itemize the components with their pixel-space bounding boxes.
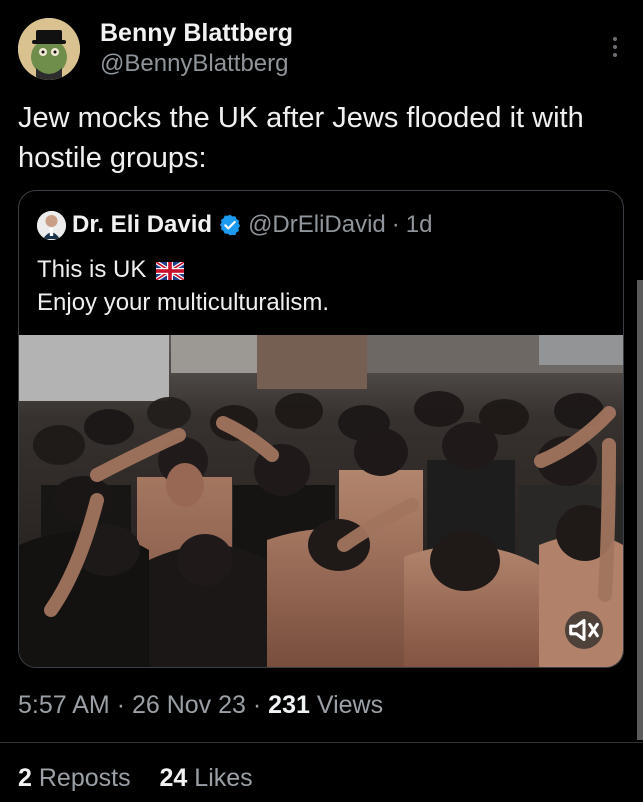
more-options-button[interactable] <box>611 35 619 59</box>
likes-count: 24 <box>159 764 188 792</box>
likes-label: Likes <box>194 764 253 792</box>
quoted-tweet-card[interactable]: Dr. Eli David @DrEliDavid · 1d This is U… <box>18 190 624 668</box>
quoted-meta-separator: · <box>391 211 400 238</box>
video-thumbnail[interactable] <box>19 335 623 667</box>
quoted-author-avatar[interactable] <box>37 210 66 240</box>
author-handle[interactable]: @BennyBlattberg <box>100 48 293 80</box>
more-options-icon <box>613 37 617 57</box>
quoted-tweet-age[interactable]: 1d <box>406 209 433 241</box>
mute-icon <box>569 618 599 642</box>
uk-flag-icon <box>156 262 185 280</box>
reposts-stat[interactable]: 2 Reposts <box>18 761 131 795</box>
tweet-meta-row: 5:57 AM · 26 Nov 23 · 231 Views <box>18 688 383 722</box>
tweet-header: Benny Blattberg @BennyBlattberg <box>18 18 625 88</box>
tweet-time[interactable]: 5:57 AM <box>18 691 110 719</box>
crowd-image <box>19 335 623 667</box>
tweet-meta-separator: · <box>116 691 126 719</box>
profile-avatar[interactable] <box>18 18 80 80</box>
quoted-author-name[interactable]: Dr. Eli David <box>72 209 212 241</box>
tweet-meta-separator: · <box>252 691 262 719</box>
tweet-stats-row: 2 Reposts 24 Likes <box>18 761 275 795</box>
quoted-author-handle[interactable]: @DrEliDavid <box>248 209 386 241</box>
tweet-date[interactable]: 26 Nov 23 <box>132 691 246 719</box>
quoted-line-1: This is UK <box>37 253 597 286</box>
views-count: 231 <box>268 691 310 719</box>
views-label: Views <box>316 691 384 719</box>
stats-divider <box>0 742 643 743</box>
reposts-count: 2 <box>18 764 32 792</box>
likes-stat[interactable]: 24 Likes <box>160 761 253 795</box>
scrollbar[interactable] <box>637 280 643 740</box>
quoted-tweet-header: Dr. Eli David @DrEliDavid · 1d <box>37 209 432 241</box>
quoted-author-avatar-icon <box>37 210 66 240</box>
quoted-tweet-text: This is UK Enjoy your multiculturalism. <box>37 253 597 319</box>
quoted-line-2: Enjoy your multiculturalism. <box>37 289 330 316</box>
author-display-name[interactable]: Benny Blattberg <box>100 18 293 48</box>
verified-badge-icon <box>219 214 241 236</box>
mute-button[interactable] <box>565 611 603 649</box>
quoted-line-1-text: This is UK <box>37 256 147 283</box>
profile-avatar-icon <box>18 18 80 80</box>
tweet-text: Jew mocks the UK after Jews flooded it w… <box>18 102 584 174</box>
reposts-label: Reposts <box>38 764 131 792</box>
author-names: Benny Blattberg @BennyBlattberg <box>100 18 293 80</box>
